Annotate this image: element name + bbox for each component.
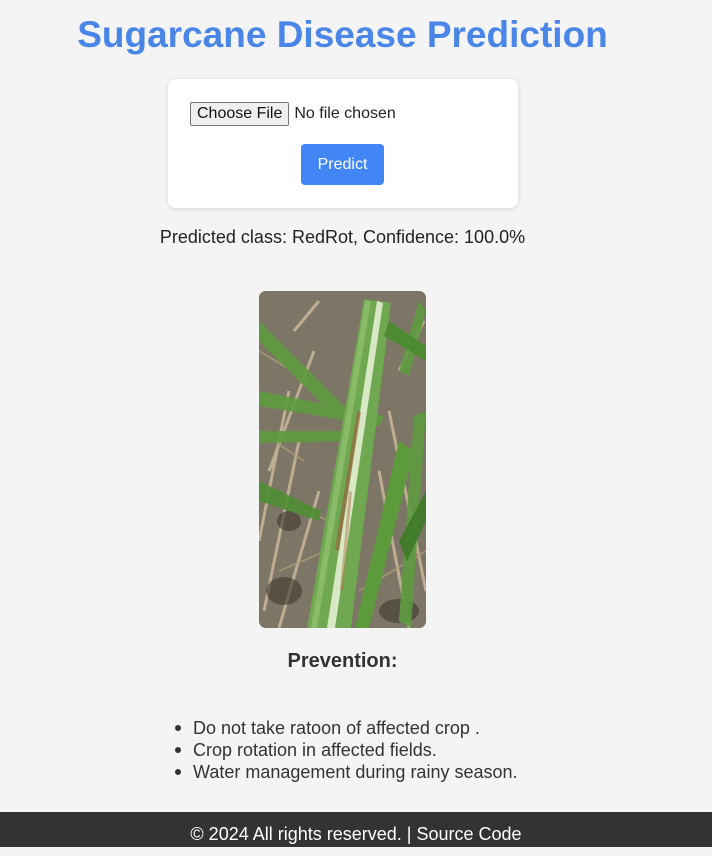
prevention-item: Do not take ratoon of affected crop . (175, 717, 518, 739)
file-input[interactable]: Choose File No file chosen (190, 102, 396, 126)
prediction-result: Predicted class: RedRot, Confidence: 100… (159, 227, 526, 247)
footer-copyright: © 2024 All rights reserved. | (190, 824, 412, 844)
footer: © 2024 All rights reserved. | Source Cod… (0, 812, 712, 847)
prevention-heading: Prevention: (287, 650, 398, 672)
upload-card: Choose File No file chosen Predict (168, 79, 518, 208)
prevention-item: Crop rotation in affected fields. (175, 739, 518, 761)
prevention-list: Do not take ratoon of affected crop . Cr… (175, 717, 518, 783)
page-title: Sugarcane Disease Prediction (77, 14, 608, 55)
predict-button[interactable]: Predict (301, 144, 384, 185)
file-status-text: No file chosen (294, 105, 396, 122)
leaf-photo-illustration (259, 291, 426, 628)
choose-file-button[interactable]: Choose File (190, 102, 290, 126)
source-code-link[interactable]: Source Code (416, 824, 521, 844)
prevention-item: Water management during rainy season. (175, 762, 518, 782)
uploaded-leaf-image (259, 291, 426, 628)
